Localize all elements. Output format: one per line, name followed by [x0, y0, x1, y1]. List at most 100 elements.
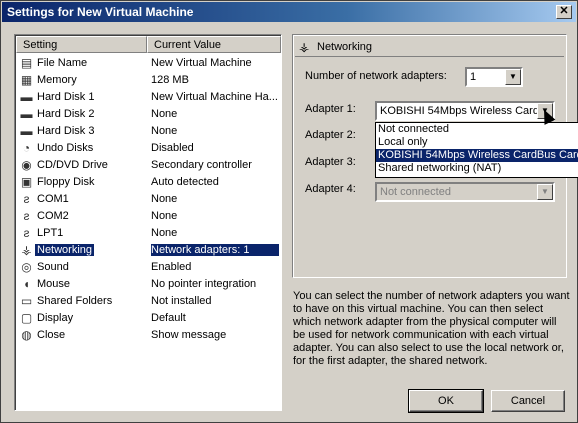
device-value: New Virtual Machine — [151, 57, 252, 69]
cd-dvd-icon: ◉ — [21, 158, 32, 172]
device-row[interactable]: ◎ Sound Enabled — [17, 259, 280, 276]
device-row[interactable]: ◍ Close Show message — [17, 327, 280, 344]
adapter2-label: Adapter 2: — [305, 129, 356, 141]
title-bar: Settings for New Virtual Machine ✕ — [2, 2, 576, 22]
dropdown-option-selected[interactable]: KOBISHI 54Mbps Wireless CardBus Card - — [376, 149, 578, 162]
device-name: Sound — [37, 261, 69, 273]
com-port-icon: ƨ — [23, 209, 30, 223]
display-icon: ▢ — [20, 311, 33, 325]
num-adapters-value: 1 — [470, 71, 477, 83]
device-row[interactable]: ◖ Mouse No pointer integration — [17, 276, 280, 293]
device-row[interactable]: ▤ File Name New Virtual Machine — [17, 55, 280, 72]
device-name: Memory — [37, 74, 77, 86]
close-button[interactable]: ✕ — [556, 5, 572, 19]
device-value: Network adapters: 1 — [151, 244, 279, 256]
help-text: You can select the number of network ada… — [293, 290, 570, 367]
device-name: File Name — [37, 57, 88, 69]
chevron-down-icon[interactable]: ▼ — [505, 69, 521, 85]
dropdown-option[interactable]: Local only — [376, 136, 578, 149]
device-name: Mouse — [37, 278, 71, 290]
memory-icon: ▦ — [20, 73, 33, 87]
file-icon: ▤ — [20, 56, 33, 70]
network-icon: ⚶ — [21, 243, 32, 257]
device-row[interactable]: ⚶ Networking Network adapters: 1 — [17, 242, 280, 259]
device-name: Shared Folders — [37, 295, 113, 307]
device-row[interactable]: ▢ Display Default — [17, 310, 280, 327]
device-row[interactable]: ƨ COM1 None — [17, 191, 280, 208]
sound-icon: ◎ — [21, 260, 32, 274]
dropdown-option[interactable]: Not connected — [376, 123, 578, 136]
device-name: Close — [37, 329, 66, 341]
device-name: CD/DVD Drive — [37, 159, 108, 171]
device-value: Not installed — [151, 295, 212, 307]
device-value: New Virtual Machine Ha... — [151, 91, 278, 103]
device-row[interactable]: ◔ Undo Disks Disabled — [17, 140, 280, 157]
device-name: Floppy Disk — [37, 176, 95, 188]
lpt-port-icon: ƨ — [23, 226, 30, 240]
window-title: Settings for New Virtual Machine — [7, 5, 194, 19]
device-row[interactable]: ▬ Hard Disk 2 None — [17, 106, 280, 123]
device-row[interactable]: ▦ Memory 128 MB — [17, 72, 280, 89]
harddisk-icon: ▬ — [20, 124, 33, 138]
device-value: Show message — [151, 329, 227, 341]
device-name: Networking — [35, 244, 95, 256]
device-value: Disabled — [151, 142, 194, 154]
dropdown-option[interactable]: Shared networking (NAT) — [376, 162, 578, 175]
chevron-down-icon: ▼ — [537, 184, 553, 200]
device-value: None — [151, 125, 178, 137]
column-header-value[interactable]: Current Value — [147, 36, 281, 53]
device-row[interactable]: ƨ LPT1 None — [17, 225, 280, 242]
device-row[interactable]: ◉ CD/DVD Drive Secondary controller — [17, 157, 280, 174]
floppy-icon: ▣ — [20, 175, 33, 189]
shared-folder-icon: ▭ — [20, 294, 33, 308]
harddisk-icon: ▬ — [20, 90, 33, 104]
device-name: Hard Disk 3 — [37, 125, 95, 137]
device-value: None — [151, 210, 178, 222]
device-name: Display — [37, 312, 74, 324]
device-row[interactable]: ƨ COM2 None — [17, 208, 280, 225]
device-value: Default — [151, 312, 186, 324]
networking-header: ⚶ Networking — [295, 37, 564, 57]
adapter4-select: Not connected ▼ — [375, 182, 555, 202]
device-value: None — [151, 227, 178, 239]
device-name: COM1 — [37, 193, 69, 205]
mouse-icon: ◖ — [22, 277, 31, 291]
num-adapters-label: Number of network adapters: — [305, 70, 447, 82]
device-row[interactable]: ▭ Shared Folders Not installed — [17, 293, 280, 310]
device-list-header: Setting Current Value — [16, 36, 281, 53]
device-value: Secondary controller — [151, 159, 252, 171]
device-row[interactable]: ▬ Hard Disk 1 New Virtual Machine Ha... — [17, 89, 280, 106]
num-adapters-select[interactable]: 1 ▼ — [465, 67, 523, 87]
adapter1-value: KOBISHI 54Mbps Wireless CardBu — [380, 105, 553, 117]
settings-window: Settings for New Virtual Machine ✕ Setti… — [0, 0, 578, 423]
device-name: Hard Disk 2 — [37, 108, 95, 120]
network-icon: ⚶ — [299, 40, 310, 54]
column-header-setting[interactable]: Setting — [16, 36, 147, 53]
device-name: Undo Disks — [37, 142, 94, 154]
device-name: Hard Disk 1 — [37, 91, 95, 103]
cancel-button[interactable]: Cancel — [491, 390, 565, 412]
adapter1-label: Adapter 1: — [305, 103, 356, 115]
adapter1-select[interactable]: KOBISHI 54Mbps Wireless CardBu ▼ — [375, 101, 555, 121]
undo-disks-icon: ◔ — [22, 141, 31, 155]
device-list[interactable]: Setting Current Value ▤ File Name New Virt… — [14, 34, 282, 411]
networking-title: Networking — [317, 41, 373, 53]
device-value: None — [151, 108, 178, 120]
com-port-icon: ƨ — [23, 192, 30, 206]
device-value: Auto detected — [151, 176, 219, 188]
adapter3-label: Adapter 3: — [305, 156, 356, 168]
close-app-icon: ◍ — [21, 328, 32, 342]
adapter4-value: Not connected — [380, 186, 451, 198]
harddisk-icon: ▬ — [20, 107, 33, 121]
device-value: Enabled — [151, 261, 192, 273]
adapter1-dropdown-list[interactable]: Not connected Local only KOBISHI 54Mbps … — [375, 122, 578, 178]
device-value: None — [151, 193, 178, 205]
ok-button[interactable]: OK — [408, 389, 484, 413]
device-row[interactable]: ▬ Hard Disk 3 None — [17, 123, 280, 140]
device-name: LPT1 — [37, 227, 64, 239]
adapter4-label: Adapter 4: — [305, 183, 356, 195]
device-value: No pointer integration — [151, 278, 257, 290]
device-value: 128 MB — [151, 74, 189, 86]
device-row[interactable]: ▣ Floppy Disk Auto detected — [17, 174, 280, 191]
device-name: COM2 — [37, 210, 69, 222]
